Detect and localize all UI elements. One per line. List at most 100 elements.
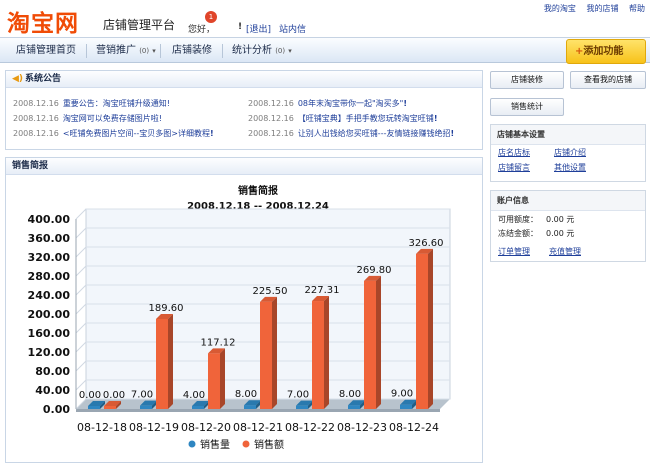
my-taobao-link[interactable]: 我的淘宝 — [544, 4, 576, 13]
data-label: 8.00 — [235, 389, 257, 400]
chart-bar — [364, 280, 376, 409]
data-label: 9.00 — [391, 389, 413, 400]
nav-item-marketing[interactable]: 营销推广 (0) ▾ — [96, 38, 156, 63]
data-label: 0.00 — [79, 390, 101, 401]
grid-line — [75, 227, 87, 239]
data-label: 189.60 — [149, 303, 184, 314]
shop-settings-title: 店铺基本设置 — [491, 125, 645, 145]
shop-decoration-button[interactable]: 店铺装修 — [490, 71, 564, 89]
main-nav: 店铺管理首页 营销推广 (0) ▾ 店铺装修 统计分析 (0) ▾ — [0, 37, 650, 63]
chart-bar — [260, 301, 272, 409]
logout-link[interactable]: [退出] — [246, 22, 271, 35]
chart-bar — [244, 405, 256, 409]
sales-chart: 销售简报 2008.12.18 -- 2008.12.24 400.00360.… — [28, 184, 451, 451]
chart-bar-side — [428, 248, 433, 409]
chart-bar — [400, 404, 412, 409]
legend-label: 销售额 — [254, 438, 284, 451]
grid-line — [75, 303, 87, 315]
grid-line — [75, 341, 87, 353]
grid-line — [75, 379, 87, 391]
announcement-header: ◀) 系统公告 — [6, 71, 482, 88]
announcement-item[interactable]: 2008.12.16 <旺铺免费图片空间--宝贝多图>详细教程! — [13, 128, 214, 139]
available-value: 0.00 元 — [546, 215, 575, 224]
y-tick-label: 240.00 — [28, 289, 71, 302]
view-my-shop-button[interactable]: 查看我的店铺 — [570, 71, 646, 89]
chart-title: 销售简报 — [238, 184, 278, 197]
chart-bar-side — [168, 313, 173, 409]
y-tick-label: 320.00 — [28, 251, 71, 264]
shop-settings-panel: 店铺基本设置 店名店标 店铺介绍 店铺留言 其他设置 — [490, 124, 646, 182]
chart-bar — [192, 406, 204, 409]
chart-bar-side — [272, 296, 277, 409]
legend-marker — [188, 440, 196, 448]
sales-panel-header: 销售简报 — [6, 158, 482, 175]
account-panel: 账户信息 可用额度： 0.00 元 冻结金额： 0.00 元 订单管理 充值管理 — [490, 190, 646, 262]
chart-bar — [312, 301, 324, 409]
shop-intro-link[interactable]: 店铺介绍 — [554, 147, 586, 158]
add-function-button[interactable]: +添加功能 — [566, 39, 646, 64]
chart-bar — [88, 406, 100, 409]
announcement-item[interactable]: 2008.12.16 让别人出钱给您买旺铺---友情链接赚钱绝招! — [248, 128, 454, 139]
sales-panel: 销售简报 销售简报 2008.12.18 -- 2008.12.24 400.0… — [5, 157, 483, 463]
y-tick-label: 160.00 — [28, 327, 71, 340]
grid-line — [75, 246, 87, 258]
alert-icon: ! — [238, 22, 243, 32]
nav-item-shop-home[interactable]: 店铺管理首页 — [16, 38, 76, 63]
chart-bar — [208, 353, 220, 409]
message-badge[interactable]: 1 — [205, 11, 217, 23]
account-title: 账户信息 — [491, 191, 645, 211]
chart-bar — [156, 318, 168, 409]
my-shop-link[interactable]: 我的店铺 — [586, 4, 618, 13]
x-tick-label: 08-12-24 — [389, 421, 439, 434]
nav-item-decoration[interactable]: 店铺装修 — [172, 38, 212, 63]
help-link[interactable]: 帮助 — [629, 4, 645, 13]
chart-bar-side — [324, 296, 329, 409]
y-tick-label: 40.00 — [35, 384, 70, 397]
data-label: 117.12 — [201, 337, 236, 348]
chart-bar — [140, 405, 152, 409]
frozen-value: 0.00 元 — [546, 229, 575, 238]
greeting-text: 您好， — [188, 25, 216, 35]
chart-bar — [104, 406, 116, 409]
shop-name-logo-link[interactable]: 店名店标 — [498, 147, 530, 158]
data-label: 7.00 — [131, 390, 153, 401]
y-tick-label: 0.00 — [43, 403, 70, 416]
recharge-management-link[interactable]: 充值管理 — [549, 246, 581, 257]
data-label: 326.60 — [409, 238, 444, 249]
data-label: 8.00 — [339, 389, 361, 400]
x-tick-label: 08-12-19 — [129, 421, 179, 434]
inbox-link[interactable]: 站内信 — [279, 22, 306, 35]
announcement-item[interactable]: 2008.12.16 08年末淘宝带你一起"淘买多"! — [248, 98, 407, 109]
frozen-label: 冻结金额： — [498, 229, 538, 238]
chart-bar-side — [220, 348, 225, 409]
y-tick-label: 400.00 — [28, 213, 71, 226]
chart-bar — [348, 405, 360, 409]
x-tick-label: 08-12-22 — [285, 421, 335, 434]
sales-statistics-button[interactable]: 销售统计 — [490, 98, 564, 116]
x-tick-label: 08-12-18 — [77, 421, 127, 434]
speaker-icon: ◀) — [12, 74, 24, 84]
grid-line — [75, 208, 87, 220]
chart-bar-side — [376, 275, 381, 409]
platform-title: 店铺管理平台 — [103, 18, 176, 32]
taobao-logo[interactable]: 淘宝网 — [7, 4, 79, 38]
x-tick-label: 08-12-23 — [337, 421, 387, 434]
grid-line — [75, 284, 87, 296]
nav-item-statistics[interactable]: 统计分析 (0) ▾ — [232, 38, 292, 63]
announcement-item[interactable]: 2008.12.16 淘宝网可以免费存储图片啦! — [13, 113, 162, 124]
grid-line — [75, 322, 87, 334]
announcement-item[interactable]: 2008.12.16 【旺铺宝典】手把手教您玩转淘宝旺铺! — [248, 113, 437, 124]
data-label: 269.80 — [357, 265, 392, 276]
data-label: 7.00 — [287, 390, 309, 401]
legend-label: 销售量 — [200, 438, 230, 451]
top-header: 淘宝网 店铺管理平台 您好， 1 ! [退出] 站内信 我的淘宝 我的店铺 帮助 — [0, 0, 650, 38]
chart-bar — [416, 253, 428, 409]
order-management-link[interactable]: 订单管理 — [498, 246, 530, 257]
shop-messages-link[interactable]: 店铺留言 — [498, 162, 530, 173]
x-tick-label: 08-12-20 — [181, 421, 231, 434]
data-label: 227.31 — [305, 285, 340, 296]
other-settings-link[interactable]: 其他设置 — [554, 162, 586, 173]
grid-line — [75, 265, 87, 277]
y-tick-label: 280.00 — [28, 270, 71, 283]
announcement-item[interactable]: 2008.12.16 重要公告：淘宝旺铺升级通知! — [13, 98, 170, 109]
